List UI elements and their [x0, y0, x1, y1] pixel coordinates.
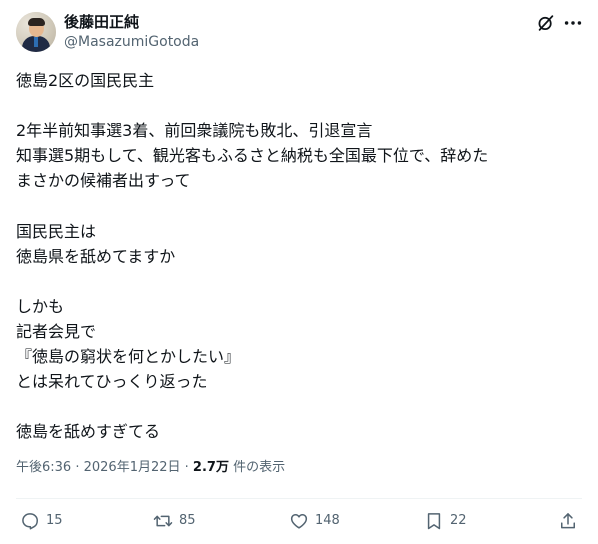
more-options-button[interactable]: [562, 12, 584, 34]
grok-button[interactable]: [535, 12, 557, 34]
user-handle[interactable]: @MasazumiGotoda: [64, 33, 199, 51]
tweet-line: まさかの候補者出すって: [16, 171, 191, 191]
tweet-line: 徳島県を舐めてますか: [16, 246, 176, 266]
bookmark-button[interactable]: 22: [424, 508, 467, 534]
more-icon: [564, 21, 582, 25]
tweet-line: 知事選5期もして、観光客もふるさと納税も全国最下位で、辞めた: [16, 146, 489, 166]
like-button[interactable]: 148: [289, 508, 340, 534]
meta-separator: ·: [71, 460, 84, 475]
tweet-text: 徳島2区の国民民主 2年半前知事選3着、前回衆議院も敗北、引退宣言 知事選5期も…: [16, 68, 582, 444]
avatar[interactable]: [16, 12, 56, 52]
tweet-line: 『徳島の窮状を何とかしたい』: [16, 347, 241, 367]
tweet-line: 徳島を舐めすぎてる: [16, 422, 161, 442]
display-name[interactable]: 後藤田正純: [64, 12, 139, 32]
like-icon: [290, 514, 308, 529]
reply-button[interactable]: 15: [20, 508, 63, 534]
tweet-line: [16, 193, 582, 218]
divider: [16, 498, 582, 499]
tweet-line: しかも: [16, 296, 65, 316]
tweet-meta: 午後6:36 · 2026年1月22日 · 2.7万 件の表示: [16, 459, 285, 477]
reply-count: 15: [46, 513, 63, 528]
tweet-line: とは呆れてひっくり返った: [16, 372, 208, 392]
tweet-line: [16, 394, 582, 419]
bookmark-icon: [427, 513, 441, 530]
tweet-line: [16, 93, 582, 118]
share-button[interactable]: [558, 508, 578, 534]
views-label: 件の表示: [228, 460, 286, 475]
tweet-line: 徳島2区の国民民主: [16, 71, 155, 90]
meta-separator: ·: [180, 460, 193, 475]
reply-icon: [22, 513, 38, 530]
like-count: 148: [315, 513, 340, 528]
tweet-time[interactable]: 午後6:36: [16, 460, 71, 475]
tweet-date[interactable]: 2026年1月22日: [84, 460, 181, 475]
views-count: 2.7万: [192, 460, 229, 475]
bookmark-count: 22: [450, 513, 467, 528]
tweet-line: 2年半前知事選3着、前回衆議院も敗北、引退宣言: [16, 121, 373, 141]
repost-icon: [153, 515, 173, 527]
grok-icon: [538, 15, 554, 31]
tweet-line: 記者会見で: [16, 321, 97, 341]
tweet-line: [16, 269, 582, 294]
repost-count: 85: [179, 513, 196, 528]
tweet-line: 国民民主は: [16, 221, 97, 241]
repost-button[interactable]: 85: [153, 508, 196, 534]
tweet: 後藤田正純 @MasazumiGotoda 徳島2区の国民民主 2年半前知事選3…: [0, 0, 598, 544]
share-icon: [561, 513, 575, 529]
